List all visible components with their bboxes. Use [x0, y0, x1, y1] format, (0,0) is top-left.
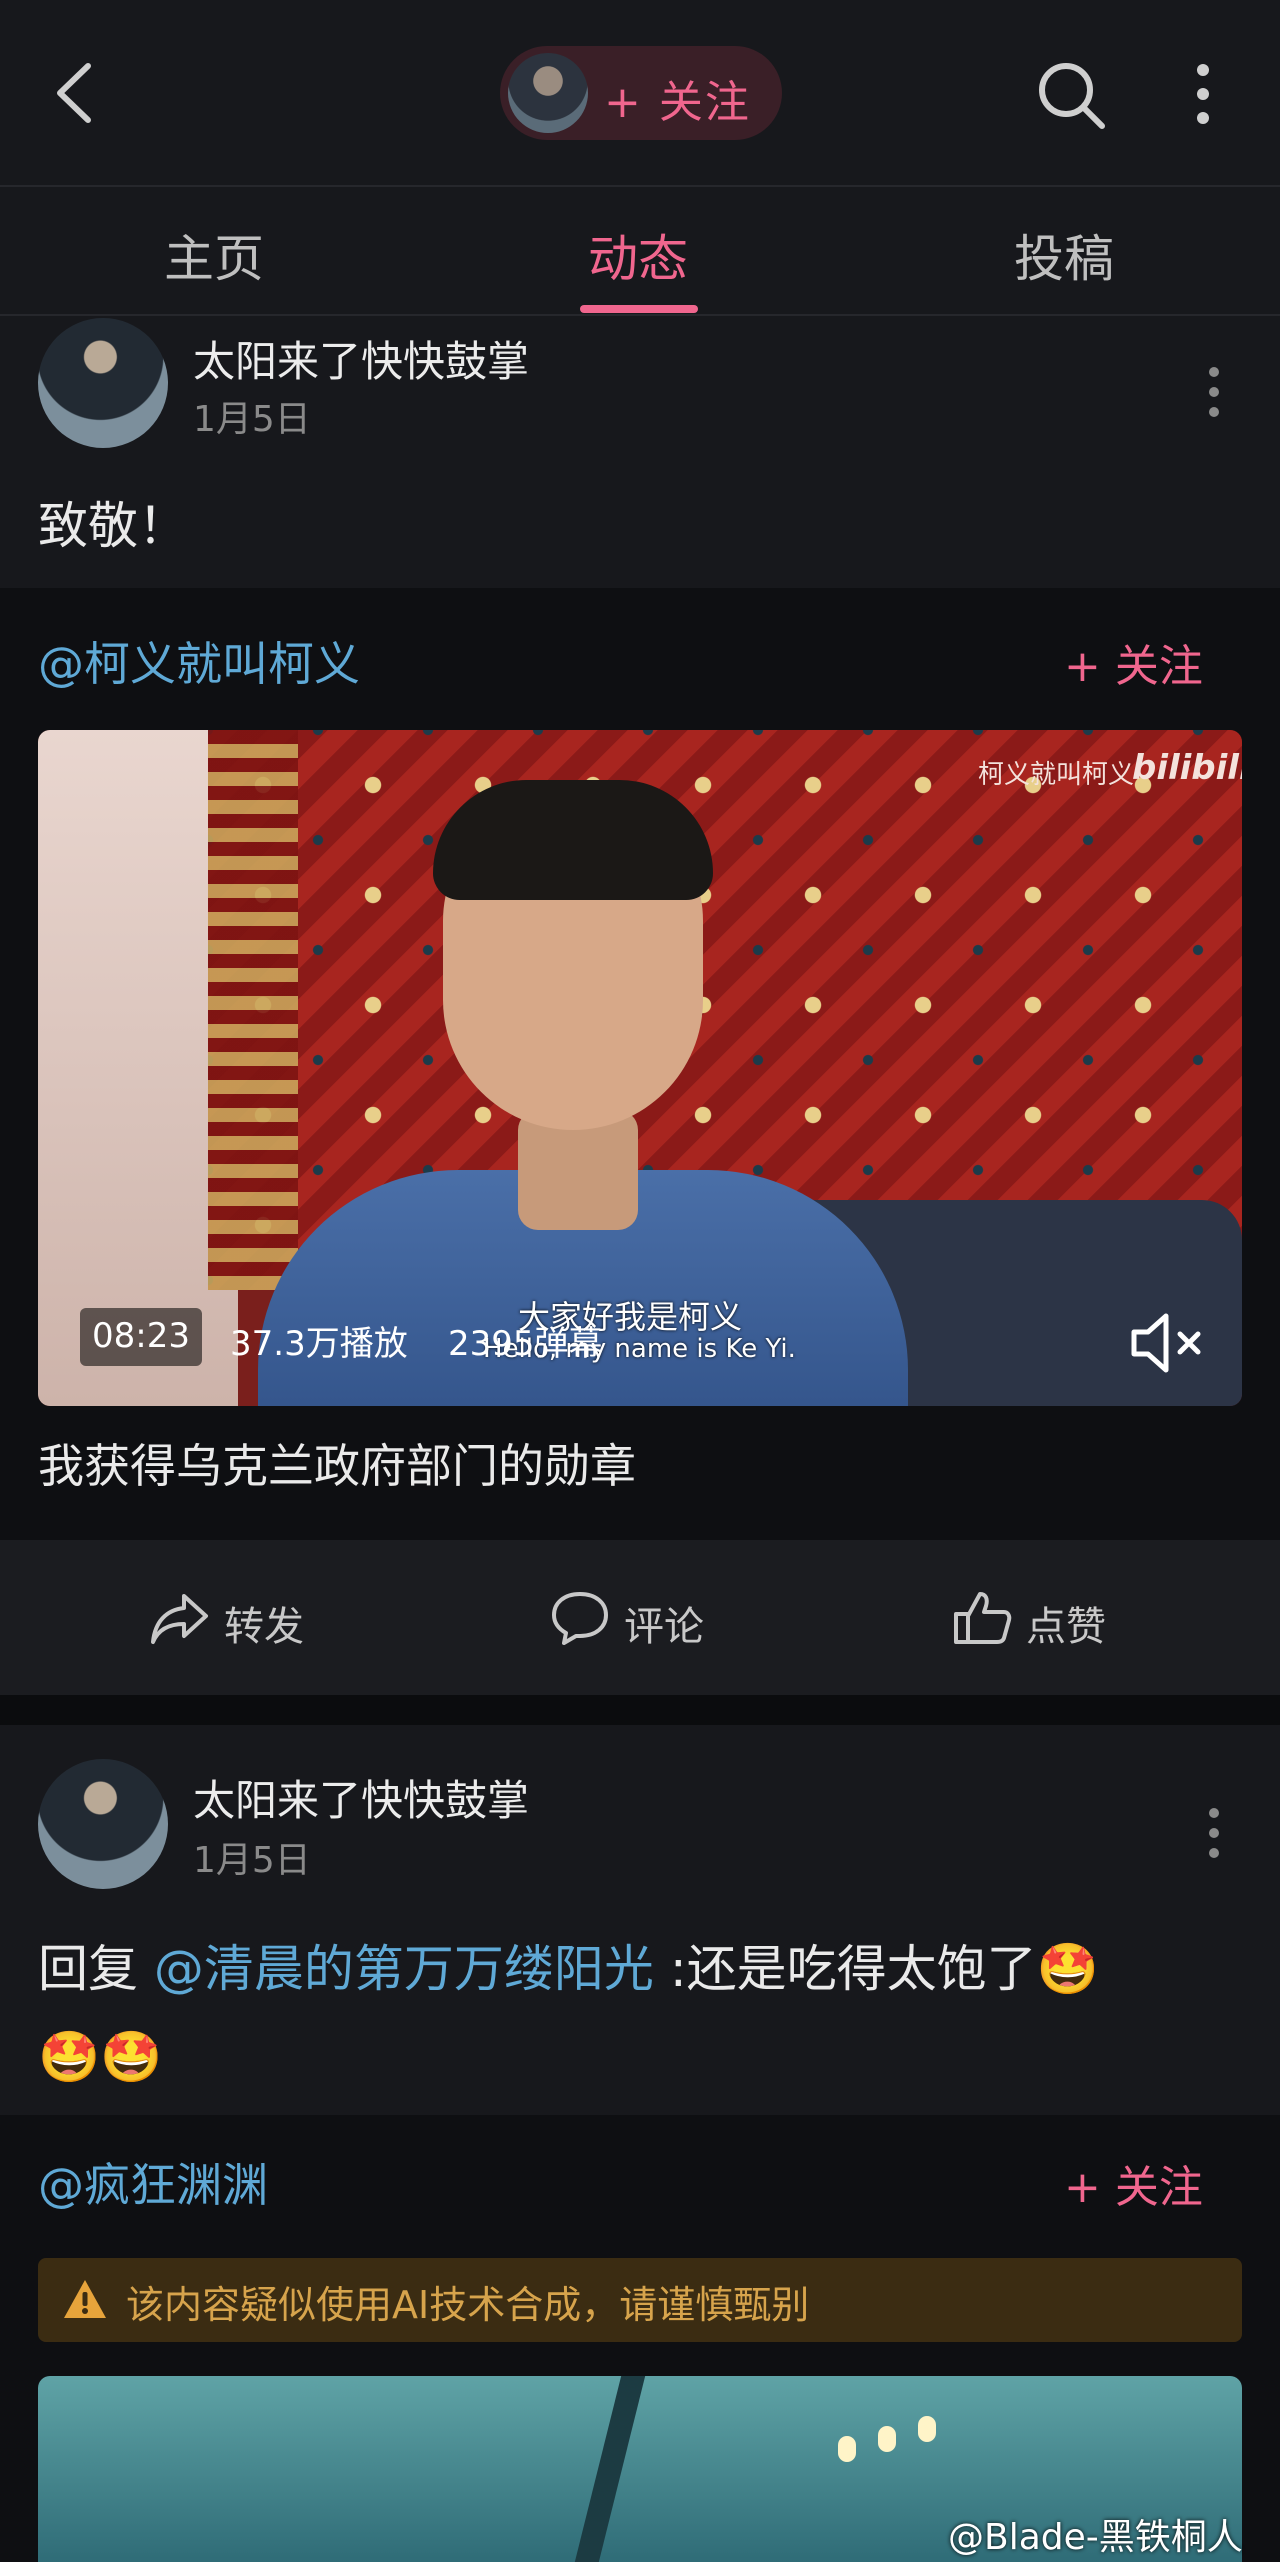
top-bar: + 关注 [0, 0, 1280, 185]
video-thumbnail-border [208, 730, 298, 1290]
more-vertical-icon[interactable] [1206, 1807, 1222, 1859]
post-username[interactable]: 太阳来了快快鼓掌 [193, 328, 529, 389]
post-text: 回复 @清晨的第万万缕阳光 :还是吃得太饱了🤩 🤩🤩 [38, 1925, 1248, 2101]
post-card: 太阳来了快快鼓掌 1月5日 回复 @清晨的第万万缕阳光 :还是吃得太饱了🤩 🤩🤩 [0, 1725, 1280, 2115]
video-title[interactable]: 我获得乌克兰政府部门的勋章 [38, 1430, 636, 1496]
forward-follow-button[interactable]: + 关注 [1064, 2151, 1203, 2215]
tab-bar: 主页 动态 投稿 [0, 185, 1280, 316]
divider [0, 1695, 1280, 1725]
header-follow-button[interactable]: + 关注 [500, 46, 782, 140]
weibo-watermark: @Blade-黑铁桐人 [948, 2517, 1243, 2558]
post-card: 太阳来了快快鼓掌 1月5日 致敬！ [0, 318, 1280, 588]
post-username[interactable]: 太阳来了快快鼓掌 [193, 1767, 529, 1828]
repost-button[interactable]: 转发 [150, 1590, 330, 1650]
avatar[interactable] [38, 1759, 168, 1889]
chevron-left-icon[interactable] [50, 60, 100, 126]
search-icon[interactable] [1036, 60, 1106, 130]
reply-mention-link[interactable]: @清晨的第万万缕阳光 [154, 1940, 654, 1998]
video-danmaku-count: 2395弹幕 [448, 1324, 603, 1364]
like-button[interactable]: 点赞 [952, 1590, 1132, 1650]
star-struck-emoji: 🤩 [1036, 1940, 1099, 1998]
video-duration: 08:23 [80, 1308, 202, 1366]
forward-author[interactable]: @柯义就叫柯义 [38, 628, 360, 694]
comment-label: 评论 [624, 1604, 704, 1650]
avatar[interactable] [38, 318, 168, 448]
repost-label: 转发 [224, 1604, 304, 1650]
avatar [508, 53, 588, 133]
star-struck-emoji: 🤩 [100, 2028, 163, 2086]
warning-icon [64, 2280, 106, 2318]
comment-button[interactable]: 评论 [550, 1590, 730, 1650]
mute-icon[interactable] [1128, 1308, 1208, 1378]
reply-prefix: 回复 [38, 1940, 138, 1998]
video-play-count: 37.3万播放 [230, 1324, 408, 1364]
star-struck-emoji: 🤩 [38, 2028, 101, 2086]
tab-dynamics[interactable]: 动态 [588, 219, 688, 291]
video-player[interactable]: 柯义就叫柯义 bilibili 大家好我是柯义 Hello, my name i… [38, 730, 1242, 1406]
ai-content-warning: 该内容疑似使用AI技术合成，请谨慎甄别 [38, 2258, 1242, 2342]
tab-uploads[interactable]: 投稿 [1014, 219, 1114, 291]
forward-follow-button[interactable]: + 关注 [1064, 630, 1203, 694]
comment-icon [552, 1592, 608, 1645]
video-thumbnail-person-hair [433, 780, 713, 900]
video-thumbnail-light [838, 2436, 856, 2462]
more-vertical-icon[interactable] [1192, 62, 1214, 126]
post-actions: 转发 评论 点赞 [0, 1540, 1280, 1695]
like-label: 点赞 [1026, 1604, 1106, 1650]
active-tab-indicator [580, 305, 698, 313]
tab-home[interactable]: 主页 [164, 219, 264, 291]
forward-author[interactable]: @疯狂渊渊 [38, 2149, 268, 2215]
video-thumbnail-light [878, 2426, 896, 2452]
video-thumbnail-light [918, 2416, 936, 2442]
bilibili-logo: bilibili [1132, 748, 1242, 788]
thumbs-up-icon [954, 1592, 1012, 1644]
post-date: 1月5日 [193, 1840, 311, 1881]
video-watermark: 柯义就叫柯义 [978, 760, 1135, 790]
share-icon [151, 1594, 208, 1644]
post-date: 1月5日 [193, 399, 311, 440]
video-thumbnail [574, 2376, 646, 2562]
post-text: 致敬！ [38, 497, 188, 555]
reply-text: :还是吃得太饱了 [669, 1940, 1037, 1998]
header-follow-label: + 关注 [604, 77, 751, 128]
ai-warning-text: 该内容疑似使用AI技术合成，请谨慎甄别 [126, 2283, 810, 2327]
more-vertical-icon[interactable] [1206, 366, 1222, 418]
